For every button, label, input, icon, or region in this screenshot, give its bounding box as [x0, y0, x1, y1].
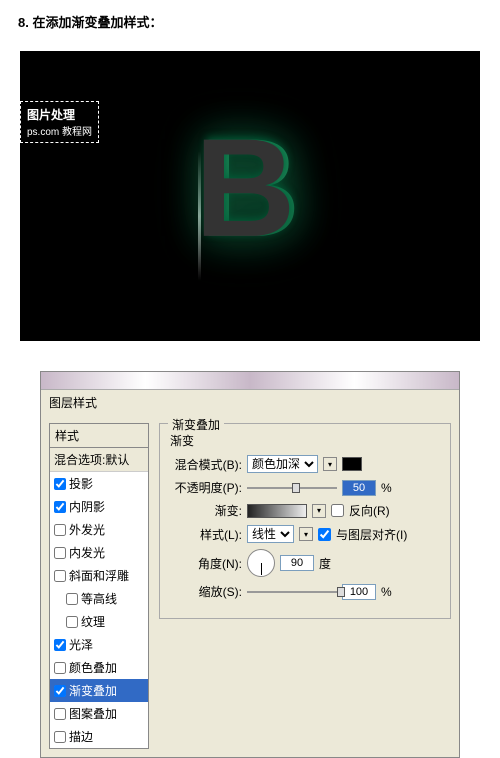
watermark-line2: ps.com 教程网 [27, 123, 92, 138]
opacity-label: 不透明度(P): [170, 479, 242, 496]
watermark: 图片处理 ps.com 教程网 [20, 101, 99, 143]
color-swatch[interactable] [342, 457, 362, 471]
style-item[interactable]: 外发光 [50, 518, 148, 541]
gradient-preview[interactable] [247, 504, 307, 518]
style-item[interactable]: 等高线 [50, 587, 148, 610]
section-label: 渐变叠加 [168, 416, 224, 433]
style-item-label: 等高线 [81, 590, 117, 607]
style-checkbox[interactable] [54, 501, 66, 513]
style-checkbox[interactable] [54, 570, 66, 582]
watermark-line1: 图片处理 [27, 106, 92, 123]
style-checkbox[interactable] [66, 593, 78, 605]
gradient-overlay-fieldset: 渐变叠加 渐变 混合模式(B): 颜色加深 ▾ 不透明度(P): 50 % 渐变… [159, 423, 451, 619]
preview-canvas: 图片处理 ps.com 教程网 B [20, 51, 480, 341]
preview-letter: B [199, 107, 300, 269]
style-item[interactable]: 光泽 [50, 633, 148, 656]
gradient-dropdown-icon[interactable]: ▾ [312, 504, 326, 518]
angle-label: 角度(N): [170, 555, 242, 572]
reverse-label: 反向(R) [349, 502, 390, 519]
step-title: 8. 在添加渐变叠加样式： [0, 0, 500, 43]
scale-label: 缩放(S): [170, 583, 242, 600]
blend-mode-label: 混合模式(B): [170, 456, 242, 473]
style-checkbox[interactable] [54, 731, 66, 743]
style-checkbox[interactable] [54, 524, 66, 536]
gradient-label: 渐变: [170, 502, 242, 519]
style-item-label: 渐变叠加 [69, 682, 117, 699]
style-checkbox[interactable] [54, 547, 66, 559]
styles-list: 样式 混合选项:默认 投影内阴影外发光内发光斜面和浮雕等高线纹理光泽颜色叠加渐变… [49, 423, 149, 749]
style-item[interactable]: 内阴影 [50, 495, 148, 518]
style-item-label: 图案叠加 [69, 705, 117, 722]
style-item-label: 颜色叠加 [69, 659, 117, 676]
angle-dial[interactable] [247, 549, 275, 577]
styles-header: 样式 [50, 424, 148, 448]
style-item-label: 内发光 [69, 544, 105, 561]
blend-default-label: 混合选项:默认 [54, 451, 129, 468]
percent-label: % [381, 481, 392, 495]
style-item[interactable]: 渐变叠加 [50, 679, 148, 702]
style-dropdown-icon[interactable]: ▾ [299, 527, 313, 541]
scale-value[interactable]: 100 [342, 584, 376, 600]
style-item-label: 描边 [69, 728, 93, 745]
opacity-value[interactable]: 50 [342, 480, 376, 496]
style-item-label: 内阴影 [69, 498, 105, 515]
style-checkbox[interactable] [54, 478, 66, 490]
degree-label: 度 [319, 555, 331, 572]
style-checkbox[interactable] [54, 639, 66, 651]
dropdown-arrow-icon[interactable]: ▾ [323, 457, 337, 471]
style-item-label: 斜面和浮雕 [69, 567, 129, 584]
style-item[interactable]: 投影 [50, 472, 148, 495]
style-item[interactable]: 描边 [50, 725, 148, 748]
style-label: 样式(L): [170, 526, 242, 543]
style-checkbox[interactable] [54, 662, 66, 674]
style-item-label: 投影 [69, 475, 93, 492]
align-checkbox[interactable] [318, 528, 331, 541]
dialog-title: 图层样式 [41, 390, 459, 415]
opacity-slider[interactable] [247, 487, 337, 489]
reverse-checkbox[interactable] [331, 504, 344, 517]
style-checkbox[interactable] [54, 708, 66, 720]
scale-slider[interactable] [247, 591, 337, 593]
style-item[interactable]: 纹理 [50, 610, 148, 633]
style-item[interactable]: 图案叠加 [50, 702, 148, 725]
blend-mode-select[interactable]: 颜色加深 [247, 455, 318, 473]
style-item[interactable]: 颜色叠加 [50, 656, 148, 679]
angle-value[interactable]: 90 [280, 555, 314, 571]
style-checkbox[interactable] [66, 616, 78, 628]
style-checkbox[interactable] [54, 685, 66, 697]
subsection-label: 渐变 [170, 432, 440, 449]
style-item-label: 纹理 [81, 613, 105, 630]
align-label: 与图层对齐(I) [336, 526, 407, 543]
style-item[interactable]: 斜面和浮雕 [50, 564, 148, 587]
blend-options-default[interactable]: 混合选项:默认 [50, 448, 148, 472]
style-item-label: 光泽 [69, 636, 93, 653]
percent-label-2: % [381, 585, 392, 599]
style-item-label: 外发光 [69, 521, 105, 538]
dialog-blur-bg [41, 372, 459, 390]
style-item[interactable]: 内发光 [50, 541, 148, 564]
style-select[interactable]: 线性 [247, 525, 294, 543]
settings-panel: 渐变叠加 渐变 混合模式(B): 颜色加深 ▾ 不透明度(P): 50 % 渐变… [159, 423, 451, 749]
